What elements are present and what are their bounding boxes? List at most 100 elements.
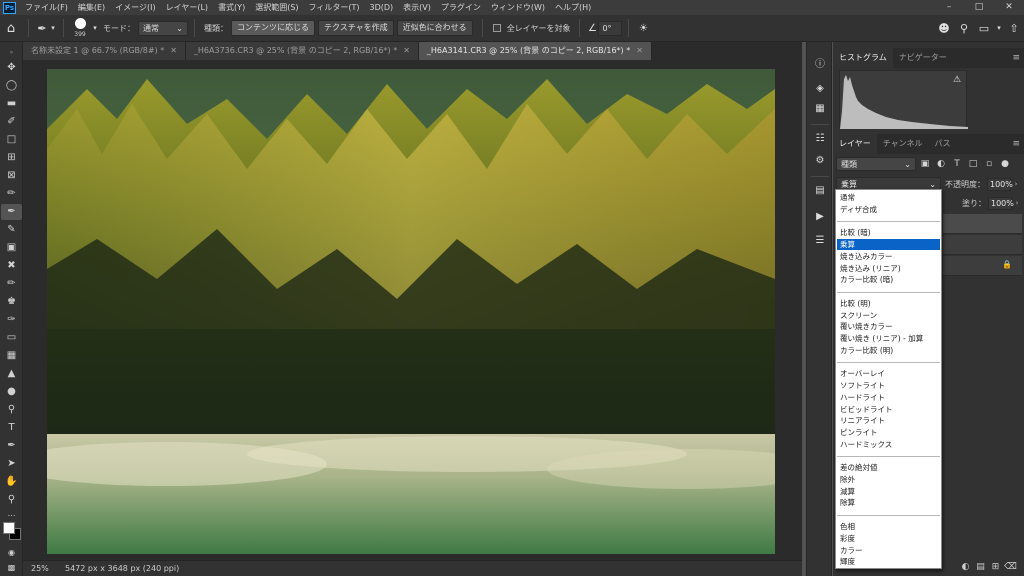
blend-option[interactable]: ハードミックス [837, 439, 940, 450]
menu-type[interactable]: 書式(Y) [213, 0, 250, 15]
quick-mask-icon[interactable]: ◉ [1, 545, 22, 561]
sponge-tool-icon[interactable]: ⚲ [1, 402, 22, 418]
pen-tool-icon[interactable]: ✒ [1, 438, 22, 454]
warning-icon[interactable]: ⚠ [953, 75, 961, 85]
opacity-slider-icon[interactable]: › [1011, 178, 1021, 191]
zoom-level[interactable]: 25% [23, 564, 57, 573]
blend-option[interactable]: 比較 (明) [837, 298, 940, 309]
history-brush-icon[interactable]: ✏ [1, 276, 22, 292]
spot-healing-brush-icon[interactable]: ✒ [35, 15, 49, 42]
pressure-size-icon[interactable]: ☀ [635, 15, 651, 42]
close-icon[interactable]: ✕ [994, 0, 1024, 15]
menu-window[interactable]: ウィンドウ(W) [486, 0, 550, 15]
document-canvas-image[interactable] [47, 69, 775, 554]
image-filter-icon[interactable]: ▣ [918, 159, 932, 169]
lasso-tool-icon[interactable]: ◯ [1, 78, 22, 94]
tab-navigator[interactable]: ナビゲーター [893, 48, 953, 68]
opacity-input[interactable]: 100% [987, 177, 1013, 191]
type-tool-icon[interactable]: T [1, 420, 22, 436]
content-aware-button[interactable]: コンテンツに応じる [231, 20, 315, 36]
menu-layer[interactable]: レイヤー(L) [161, 0, 213, 15]
document-tab-untitled[interactable]: 名称未設定 1 @ 66.7% (RGB/8#) * ✕ [23, 42, 186, 60]
blend-option[interactable]: 輝度 [837, 556, 940, 567]
blend-option[interactable]: ハードライト [837, 392, 940, 403]
blend-option[interactable]: オーバーレイ [837, 368, 940, 379]
menu-plugins[interactable]: プラグイン [436, 0, 486, 15]
libraries-icon[interactable]: ☰ [811, 232, 829, 250]
foreground-color-swatch[interactable] [3, 522, 15, 534]
menu-view[interactable]: 表示(V) [398, 0, 436, 15]
blend-option[interactable]: リニアライト [837, 415, 940, 426]
brush-tool-icon[interactable]: ✎ [1, 222, 22, 238]
adjustments-icon[interactable]: ☷ [811, 130, 829, 148]
blend-option[interactable]: 乗算 [837, 239, 940, 251]
screen-mode-icon[interactable]: ▩ [1, 560, 22, 576]
blend-option[interactable]: カラー [837, 545, 940, 556]
new-layer-icon[interactable]: ⊞ [988, 562, 1003, 572]
blend-option[interactable]: 焼き込み (リニア) [837, 263, 940, 274]
blend-option[interactable]: スクリーン [837, 310, 940, 321]
properties-icon[interactable]: ⚙ [811, 152, 829, 170]
type-filter-icon[interactable]: T [950, 159, 964, 169]
trash-icon[interactable]: ⌫ [1003, 562, 1018, 572]
document-tab-h6a3141[interactable]: _H6A3141.CR3 @ 25% (背景 のコピー 2, RGB/16*) … [418, 42, 652, 60]
blend-option[interactable]: 覆い焼きカラー [837, 321, 940, 332]
user-icon[interactable]: ☻ [934, 15, 954, 42]
chevron-down-icon[interactable]: ▾ [90, 15, 100, 42]
blend-option[interactable]: 通常 [837, 192, 940, 203]
eraser-tool-icon[interactable]: ▭ [1, 330, 22, 346]
blend-option[interactable]: 除外 [837, 474, 940, 485]
quick-selection-tool-icon[interactable]: ✐ [1, 114, 22, 130]
color-icon[interactable]: ◈ [811, 80, 829, 98]
smart-object-filter-icon[interactable]: ▫ [982, 159, 996, 169]
tab-histogram[interactable]: ヒストグラム [833, 48, 893, 68]
menu-image[interactable]: イメージ(I) [110, 0, 160, 15]
group-icon[interactable]: ▤ [973, 562, 988, 572]
content-aware-move-icon[interactable]: ✖ [1, 258, 22, 274]
chevron-down-icon[interactable]: ▾ [994, 15, 1004, 42]
blend-option[interactable]: カラー比較 (明) [837, 345, 940, 356]
swatches-icon[interactable]: ▦ [811, 100, 829, 118]
tab-layers[interactable]: レイヤー [833, 134, 877, 154]
menu-help[interactable]: ヘルプ(H) [550, 0, 596, 15]
menu-select[interactable]: 選択範囲(S) [250, 0, 303, 15]
tab-paths[interactable]: パス [929, 134, 957, 154]
search-icon[interactable]: ⚲ [954, 15, 974, 42]
menu-3d[interactable]: 3D(D) [365, 0, 399, 15]
fill-input[interactable]: 100% [988, 196, 1014, 210]
blend-option[interactable]: 比較 (暗) [837, 227, 940, 238]
blend-option[interactable]: カラー比較 (暗) [837, 274, 940, 285]
blend-option[interactable]: 差の絶対値 [837, 462, 940, 473]
create-texture-button[interactable]: テクスチャを作成 [318, 20, 394, 36]
workspace-icon[interactable]: ▭ [974, 15, 994, 42]
move-tool-icon[interactable]: ✥ [1, 60, 22, 76]
mode-select[interactable]: 通常 ⌄ [138, 20, 188, 36]
info-icon[interactable]: ⓘ [811, 56, 829, 74]
menu-filter[interactable]: フィルター(T) [304, 0, 365, 15]
spot-healing-tool-icon[interactable]: ✒ [1, 204, 22, 220]
crop-tool-icon[interactable]: ⊞ [1, 150, 22, 166]
adjustment-filter-icon[interactable]: ◐ [934, 159, 948, 169]
layer-row[interactable] [943, 214, 1022, 234]
zoom-tool-icon[interactable]: ⚲ [1, 492, 22, 508]
ruler-tool-icon[interactable]: ▬ [1, 96, 22, 112]
blend-option[interactable]: ビビッドライト [837, 404, 940, 415]
share-icon[interactable]: ⇧ [1004, 15, 1024, 42]
menu-edit[interactable]: 編集(E) [73, 0, 110, 15]
clone-stamp-tool-icon[interactable]: ▣ [1, 240, 22, 256]
blend-option[interactable]: 減算 [837, 486, 940, 497]
menu-file[interactable]: ファイル(F) [20, 0, 73, 15]
blend-option[interactable]: ディザ合成 [837, 204, 940, 215]
blend-option[interactable]: 覆い焼き (リニア) - 加算 [837, 333, 940, 344]
blend-option[interactable]: ピンライト [837, 427, 940, 438]
layer-kind-filter[interactable]: 種類 ⌄ [836, 157, 916, 171]
layer-row-background[interactable]: 🔒 [943, 256, 1022, 276]
toolbar-collapse-icon[interactable]: » [1, 45, 22, 61]
panel-menu-icon[interactable]: ≡ [1012, 48, 1020, 68]
hand-tool-icon[interactable]: ✋ [1, 474, 22, 490]
tab-channels[interactable]: チャンネル [877, 134, 929, 154]
chevron-down-icon[interactable]: ▾ [49, 15, 57, 42]
filter-toggle-icon[interactable]: ● [998, 159, 1012, 169]
close-icon[interactable]: ✕ [170, 42, 177, 60]
close-icon[interactable]: ✕ [636, 42, 643, 60]
